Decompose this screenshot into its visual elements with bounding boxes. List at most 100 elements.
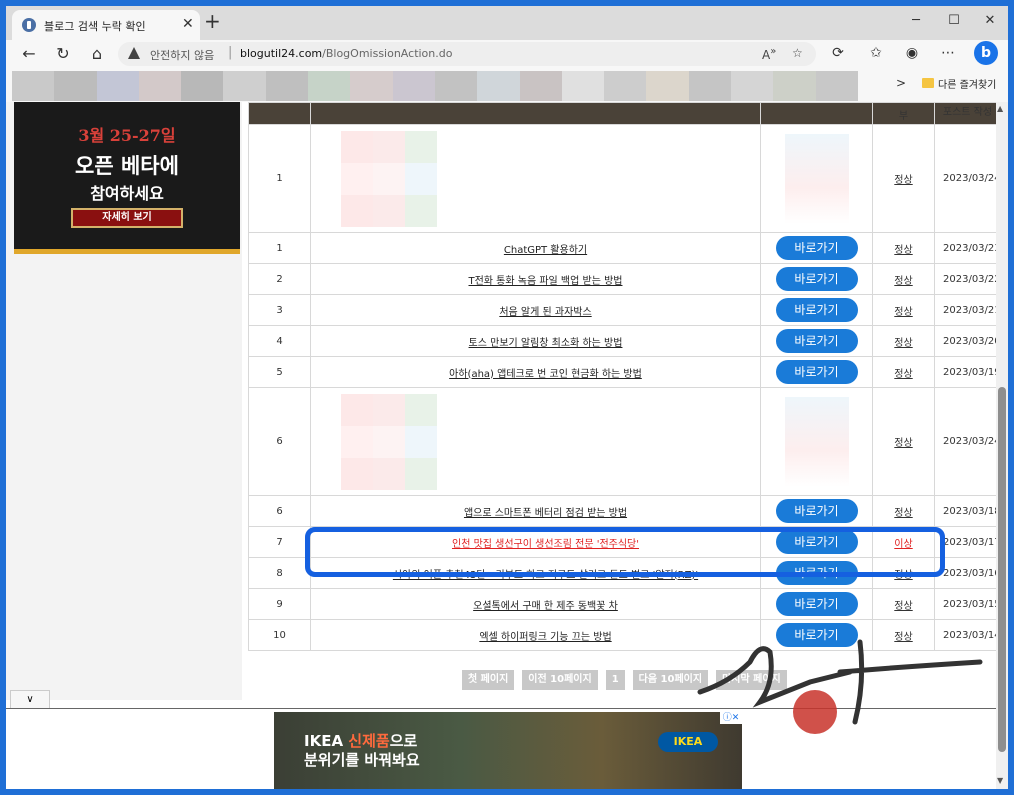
go-button[interactable]: 바로가기 bbox=[775, 360, 858, 384]
read-aloud-icon[interactable]: A» bbox=[762, 46, 776, 62]
left-ad-banner[interactable]: 3월 25-27일 오픈 베타에 참여하세요 자세히 보기 bbox=[14, 102, 240, 254]
ikea-ad-text: IKEA 신제품으로 분위기를 바꿔봐요 bbox=[304, 732, 420, 770]
row-date: 2023/03/22 bbox=[934, 263, 1001, 295]
status-link[interactable]: 정상 bbox=[894, 369, 912, 380]
go-button[interactable]: 바로가기 bbox=[775, 499, 858, 523]
post-title-link[interactable]: 엑셀 하이퍼링크 기능 끄는 방법 bbox=[479, 632, 611, 643]
post-title-link[interactable]: T전화 통화 녹음 파일 백업 받는 방법 bbox=[469, 276, 623, 287]
go-button[interactable]: 바로가기 bbox=[775, 530, 858, 554]
vertical-scrollbar[interactable]: ▲ ▼ bbox=[996, 102, 1008, 789]
scroll-thumb[interactable] bbox=[998, 387, 1006, 752]
extensions-icon[interactable]: ⟳ bbox=[828, 45, 848, 61]
row-date: 2023/03/17 bbox=[934, 526, 1001, 558]
tab-title: 블로그 검색 누락 확인 bbox=[44, 20, 146, 33]
maximize-icon[interactable]: ☐ bbox=[944, 13, 964, 29]
go-button[interactable]: 바로가기 bbox=[775, 298, 858, 322]
scroll-up-icon[interactable]: ▲ bbox=[997, 104, 1003, 113]
post-title-link[interactable]: 시아의 어플 추천43탄 - 기부도 하고 지구도 살리고 돈도 벌고 '알지(… bbox=[393, 570, 698, 581]
results-table: 부 포스트 작성 1 정상 2023/03/24 1 ChatGPT 활용하기 바로가기 정… bbox=[248, 102, 1001, 651]
status-link[interactable]: 정상 bbox=[894, 338, 912, 349]
go-button[interactable]: 바로가기 bbox=[775, 623, 858, 647]
url-text: blogutil24.com/BlogOmissionAction.do bbox=[240, 47, 452, 60]
refresh-icon[interactable]: ↻ bbox=[52, 44, 74, 64]
ikea-ad-banner[interactable]: IKEA 신제품으로 분위기를 바꿔봐요 IKEA ⓘ✕ bbox=[274, 712, 742, 789]
row-status-cell: 정상 bbox=[872, 325, 935, 357]
back-icon[interactable]: ← bbox=[18, 44, 40, 64]
next-10-pages-button[interactable]: 다음 10페이지 bbox=[632, 670, 709, 690]
window-close-icon[interactable]: ✕ bbox=[980, 13, 1000, 29]
row-link-cell: 바로가기 bbox=[760, 495, 873, 527]
blurred-image bbox=[784, 133, 849, 224]
header-no bbox=[248, 102, 311, 125]
ikea-logo: IKEA bbox=[658, 732, 718, 752]
go-button[interactable]: 바로가기 bbox=[775, 236, 858, 260]
status-link[interactable]: 정상 bbox=[894, 632, 912, 643]
status-link[interactable]: 정상 bbox=[894, 570, 912, 581]
status-link[interactable]: 정상 bbox=[894, 307, 912, 318]
post-title-link[interactable]: 오셜톡에서 구매 한 제주 동백꽃 차 bbox=[473, 601, 618, 612]
row-date: 2023/03/24 bbox=[934, 387, 1001, 496]
post-title-link[interactable]: 처음 알게 된 과자박스 bbox=[499, 307, 591, 318]
other-favorites[interactable]: 다른 즐겨찾기 bbox=[938, 76, 996, 91]
go-button[interactable]: 바로가기 bbox=[775, 329, 858, 353]
minimize-icon[interactable]: ─ bbox=[906, 13, 926, 29]
table-row: 7 인천 맛집 생선구이 생선조림 전문 '전주식당' 바로가기 이상 2023/03/… bbox=[248, 526, 1001, 558]
table-row: 6 앱으로 스마트폰 베터리 점검 받는 방법 바로가기 정상 2023/03/18 bbox=[248, 495, 1001, 527]
bing-icon[interactable]: b bbox=[974, 41, 998, 65]
home-icon[interactable]: ⌂ bbox=[86, 44, 108, 64]
post-title-link[interactable]: 앱으로 스마트폰 베터리 점검 받는 방법 bbox=[464, 508, 627, 519]
favorites-blurred bbox=[12, 71, 858, 101]
row-link-cell: 바로가기 bbox=[760, 294, 873, 326]
status-link[interactable]: 정상 bbox=[894, 245, 912, 256]
ad-details-button[interactable]: 자세히 보기 bbox=[71, 208, 183, 228]
first-page-button[interactable]: 첫 페이지 bbox=[462, 670, 515, 690]
status-link[interactable]: 정상 bbox=[894, 175, 912, 186]
table-row: 4 토스 만보기 알림창 최소화 하는 방법 바로가기 정상 2023/03/20 bbox=[248, 325, 1001, 357]
ad-close-icon[interactable]: ⓘ✕ bbox=[720, 712, 742, 724]
tab-active[interactable]: 블로그 검색 누락 확인 ✕ bbox=[12, 10, 200, 40]
collapse-chevron-down-icon[interactable]: ∨ bbox=[10, 690, 50, 708]
post-title-link[interactable]: 인천 맛집 생선구이 생선조림 전문 '전주식당' bbox=[452, 539, 639, 550]
go-button[interactable]: 바로가기 bbox=[775, 267, 858, 291]
favorites-overflow-chevron-icon[interactable]: > bbox=[896, 76, 906, 90]
status-link[interactable]: 정상 bbox=[894, 438, 912, 449]
new-tab-icon[interactable]: + bbox=[204, 11, 221, 31]
row-title-cell: T전화 통화 녹음 파일 백업 받는 방법 bbox=[310, 263, 761, 295]
profile-icon[interactable]: ◉ bbox=[902, 45, 922, 61]
go-button[interactable]: 바로가기 bbox=[775, 592, 858, 616]
post-title-link[interactable]: ChatGPT 활용하기 bbox=[504, 245, 587, 256]
row-link-cell: 바로가기 bbox=[760, 356, 873, 388]
status-link[interactable]: 이상 bbox=[894, 539, 912, 550]
more-icon[interactable]: ⋯ bbox=[938, 45, 958, 61]
row-date: 2023/03/18 bbox=[934, 495, 1001, 527]
blurred-image bbox=[784, 396, 849, 487]
favorites-bar: > 다른 즐겨찾기 bbox=[6, 68, 1008, 102]
scroll-down-icon[interactable]: ▼ bbox=[997, 776, 1003, 785]
post-title-link[interactable]: 아하(aha) 앱테크로 번 코인 현금화 하는 방법 bbox=[449, 369, 642, 380]
header-date: 포스트 작성 bbox=[934, 102, 1001, 125]
row-title-cell: 시아의 어플 추천43탄 - 기부도 하고 지구도 살리고 돈도 벌고 '알지(… bbox=[310, 557, 761, 589]
site-favicon-icon bbox=[22, 18, 36, 32]
status-link[interactable]: 정상 bbox=[894, 601, 912, 612]
prev-10-pages-button[interactable]: 이전 10페이지 bbox=[522, 670, 598, 690]
address-bar[interactable]: 안전하지 않음 | blogutil24.com/BlogOmissionAct… bbox=[118, 42, 816, 66]
last-page-button[interactable]: 마지막 페이지 bbox=[716, 670, 787, 690]
row-number: 5 bbox=[248, 356, 311, 388]
favorites-icon[interactable]: ✩ bbox=[866, 45, 886, 61]
row-link-cell: 바로가기 bbox=[760, 526, 873, 558]
row-status-cell: 정상 bbox=[872, 232, 935, 264]
row-status-cell: 정상 bbox=[872, 263, 935, 295]
go-button[interactable]: 바로가기 bbox=[775, 561, 858, 585]
post-title-link[interactable]: 토스 만보기 알림창 최소화 하는 방법 bbox=[469, 338, 623, 349]
status-link[interactable]: 정상 bbox=[894, 276, 912, 287]
table-row: 8 시아의 어플 추천43탄 - 기부도 하고 지구도 살리고 돈도 벌고 '알지… bbox=[248, 557, 1001, 589]
current-page[interactable]: 1 bbox=[605, 670, 625, 690]
status-link[interactable]: 정상 bbox=[894, 508, 912, 519]
row-status-cell: 정상 bbox=[872, 387, 935, 496]
row-number: 6 bbox=[248, 387, 311, 496]
tab-close-icon[interactable]: ✕ bbox=[182, 17, 194, 31]
row-number: 10 bbox=[248, 619, 311, 651]
add-favorite-icon[interactable]: ☆ bbox=[792, 46, 803, 60]
ad-title: 오픈 베타에 bbox=[75, 153, 179, 178]
warning-icon[interactable] bbox=[128, 47, 140, 59]
